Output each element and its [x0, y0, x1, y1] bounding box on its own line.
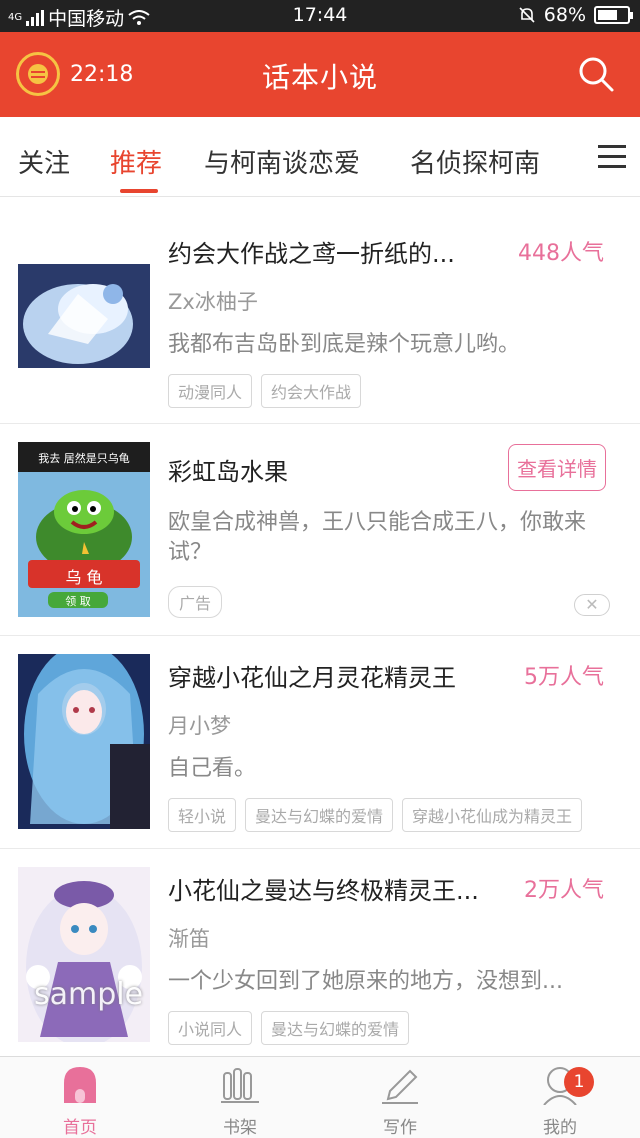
- story-description: 自己看。: [168, 756, 257, 781]
- anime-girl-illustration: [18, 867, 150, 1042]
- silent-bell-icon: [519, 7, 535, 23]
- nav-bookshelf[interactable]: 书架: [190, 1063, 290, 1138]
- popularity-count: 2万人气: [524, 878, 604, 903]
- story-cover-image[interactable]: [18, 264, 150, 368]
- story-description: 一个少女回到了她原来的地方，没想到...: [168, 969, 563, 994]
- battery-percent: 68%: [543, 4, 586, 26]
- category-tabs: 关注 推荐 与柯南谈恋爱 名侦探柯南: [0, 117, 640, 197]
- tab-recommend[interactable]: 推荐: [110, 143, 162, 180]
- notification-badge: 1: [564, 1067, 594, 1097]
- pencil-icon: [382, 1069, 418, 1104]
- ad-cover-caption: 我去 居然是只乌龟: [38, 452, 130, 465]
- menu-icon[interactable]: [598, 145, 626, 171]
- turtle-illustration: [18, 442, 150, 617]
- story-tag[interactable]: 曼达与幻蝶的爱情: [261, 1011, 410, 1045]
- battery-fill: [598, 10, 617, 20]
- status-bar: 4G 中国移动 17:44 68%: [0, 0, 640, 32]
- story-title[interactable]: 小花仙之曼达与终极精灵王...: [168, 871, 479, 906]
- bottom-nav: 首页 书架 写作 我的 1: [0, 1056, 640, 1138]
- nav-home[interactable]: 首页: [30, 1063, 130, 1138]
- story-tag[interactable]: 约会大作战: [261, 374, 362, 408]
- story-tag[interactable]: 动漫同人: [168, 374, 253, 408]
- ad-description: 欧皇合成神兽，王八只能合成王八，你敢来试？: [168, 510, 587, 565]
- tab-follow[interactable]: 关注: [18, 143, 70, 180]
- story-tag[interactable]: 穿越小花仙成为精灵王: [402, 798, 583, 832]
- tab-conan-romance[interactable]: 与柯南谈恋爱: [204, 143, 360, 180]
- popularity-count: 5万人气: [524, 665, 604, 690]
- story-author[interactable]: Zx冰柚子: [168, 286, 258, 316]
- cover-watermark: sample: [34, 977, 144, 1012]
- ad-card[interactable]: 我去 居然是只乌龟 乌 龟 领 取 彩虹岛水果 查看详情 欧皇合成神兽，王八只能…: [0, 424, 640, 636]
- story-title[interactable]: 约会大作战之鸢一折纸的...: [168, 234, 455, 269]
- story-cover-image[interactable]: sample: [18, 867, 150, 1042]
- story-author[interactable]: 月小梦: [168, 710, 231, 740]
- story-cover-image[interactable]: [18, 654, 150, 829]
- home-icon: [64, 1067, 96, 1103]
- story-tag[interactable]: 轻小说: [168, 798, 237, 832]
- battery-icon: [594, 6, 633, 24]
- active-tab-indicator: [120, 189, 158, 193]
- story-description: 我都布吉岛卧到底是辣个玩意儿哟。: [168, 332, 521, 357]
- tag-list: 轻小说 曼达与幻蝶的爱情 穿越小花仙成为精灵王: [168, 798, 583, 832]
- status-right: 68%: [518, 4, 633, 26]
- app-title: 话本小说: [261, 61, 378, 94]
- ad-cover-banner: 乌 龟: [65, 568, 103, 587]
- story-card[interactable]: sample 小花仙之曼达与终极精灵王... 2万人气 渐笛 一个少女回到了她原…: [0, 849, 640, 1056]
- view-details-button[interactable]: 查看详情: [508, 444, 606, 491]
- story-author[interactable]: 渐笛: [168, 923, 210, 953]
- close-ad-button[interactable]: ✕: [574, 594, 610, 616]
- tag-list: 动漫同人 约会大作战: [168, 374, 362, 408]
- ad-cover-button: 领 取: [65, 595, 91, 608]
- nav-write[interactable]: 写作: [350, 1063, 450, 1138]
- tab-detective-conan[interactable]: 名侦探柯南: [410, 143, 540, 180]
- ad-cover-image[interactable]: 我去 居然是只乌龟 乌 龟 领 取: [18, 442, 150, 617]
- nav-profile-label: 我的: [543, 1118, 577, 1138]
- ad-title[interactable]: 彩虹岛水果: [168, 452, 288, 487]
- tag-list: 小说同人 曼达与幻蝶的爱情: [168, 1011, 410, 1045]
- nav-profile[interactable]: 我的 1: [510, 1063, 610, 1138]
- bookshelf-icon: [221, 1068, 259, 1103]
- app-header: 22:18 话本小说: [0, 32, 640, 117]
- nav-bookshelf-label: 书架: [223, 1118, 257, 1138]
- nav-home-label: 首页: [63, 1118, 97, 1138]
- story-title[interactable]: 穿越小花仙之月灵花精灵王: [168, 658, 456, 693]
- nav-write-label: 写作: [383, 1118, 417, 1138]
- popularity-count: 448人气: [518, 241, 604, 266]
- ad-badge: 广告: [168, 586, 223, 618]
- story-card[interactable]: 穿越小花仙之月灵花精灵王 5万人气 月小梦 自己看。 轻小说 曼达与幻蝶的爱情 …: [0, 636, 640, 849]
- story-tag[interactable]: 曼达与幻蝶的爱情: [245, 798, 394, 832]
- story-card[interactable]: 约会大作战之鸢一折纸的... 448人气 Zx冰柚子 我都布吉岛卧到底是辣个玩意…: [0, 198, 640, 424]
- story-tag[interactable]: 小说同人: [168, 1011, 253, 1045]
- search-icon[interactable]: [576, 54, 616, 94]
- story-feed[interactable]: 约会大作战之鸢一折纸的... 448人气 Zx冰柚子 我都布吉岛卧到底是辣个玩意…: [0, 198, 640, 1056]
